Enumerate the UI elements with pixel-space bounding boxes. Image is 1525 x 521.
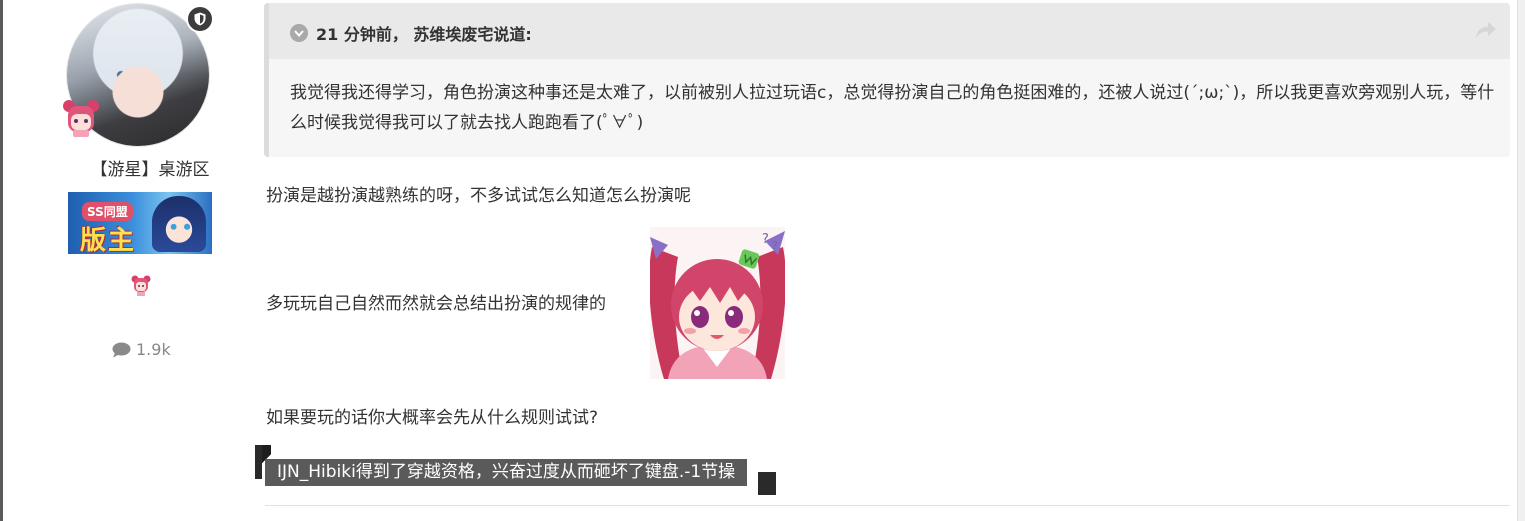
quote-header: 21 分钟前， 苏维埃废宅说道: bbox=[269, 3, 1510, 59]
sticker-image: ? ? bbox=[650, 227, 785, 379]
banner-title: 版主 bbox=[80, 226, 137, 254]
moderation-corner-right bbox=[758, 472, 776, 495]
banner-character bbox=[152, 196, 206, 252]
comment-icon bbox=[112, 342, 131, 357]
chevron-down-circle-icon[interactable] bbox=[290, 24, 308, 42]
right-edge-strip bbox=[1518, 0, 1525, 521]
moderator-banner: SS同盟 版主 bbox=[68, 192, 212, 254]
share-arrow-icon[interactable] bbox=[1475, 21, 1497, 39]
post-paragraph: 扮演是越扮演越熟练的呀，不多试试怎么知道怎么扮演呢 bbox=[266, 186, 691, 206]
post-paragraph: 如果要玩的话你大概率会先从什么规则试试? bbox=[266, 408, 599, 428]
moderation-corner-left-bar bbox=[255, 445, 262, 479]
rank-sprite-icon bbox=[61, 98, 101, 138]
quote-citation: 21 分钟前， 苏维埃废宅说道: bbox=[316, 25, 532, 44]
svg-text:?: ? bbox=[772, 239, 778, 252]
quote-body: 我觉得我还得学习，角色扮演这种事还是太难了，以前被别人拉过玩语c，总觉得扮演自己… bbox=[290, 83, 1495, 133]
banner-tag: SS同盟 bbox=[82, 202, 133, 221]
quote-block: 21 分钟前， 苏维埃废宅说道: 我觉得我还得学习，角色扮演这种事还是太难了，以… bbox=[264, 3, 1510, 157]
post-paragraph: 多玩玩自己自然而然就会总结出扮演的规律的 bbox=[266, 294, 606, 314]
svg-text:?: ? bbox=[762, 232, 769, 247]
author-group-name: 【游星】桌游区 bbox=[90, 160, 210, 180]
small-sprite-icon bbox=[131, 274, 151, 296]
moderation-note: IJN_Hibiki得到了穿越资格，兴奋过度从而砸坏了键盘.-1节操 bbox=[265, 459, 748, 486]
left-edge-bar bbox=[0, 0, 3, 521]
post-count: 1.9k bbox=[112, 340, 171, 359]
post-divider bbox=[265, 505, 1510, 506]
post-count-value: 1.9k bbox=[136, 340, 171, 359]
shield-icon bbox=[186, 5, 214, 33]
